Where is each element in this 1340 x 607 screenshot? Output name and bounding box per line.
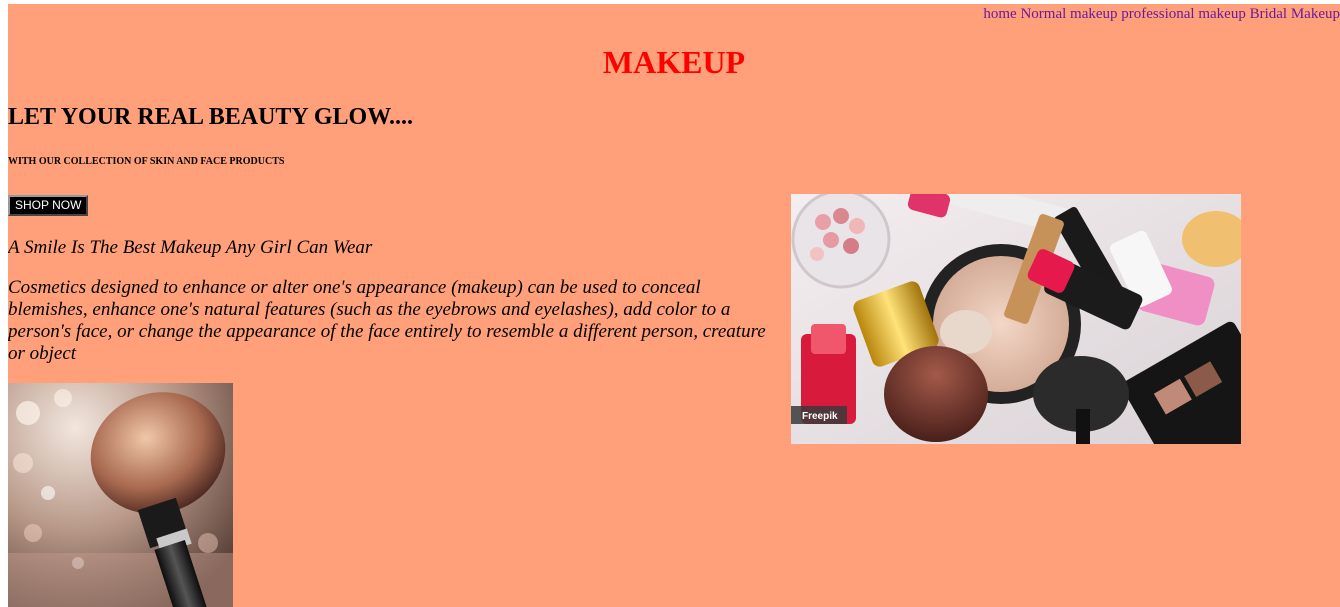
hero-subheadline: WITH OUR COLLECTION OF SKIN AND FACE PRO…: [8, 156, 285, 167]
freepik-watermark: Freepik: [802, 411, 838, 422]
top-nav: home Normal makeup professional makeup B…: [983, 6, 1340, 23]
page-title: MAKEUP: [602, 44, 746, 80]
nav-link-professional-makeup[interactable]: professional makeup: [1121, 6, 1246, 22]
shop-now-button[interactable]: SHOP NOW: [8, 195, 89, 216]
nav-link-normal-makeup[interactable]: Normal makeup: [1020, 6, 1117, 22]
page-container: home Normal makeup professional makeup B…: [8, 4, 1340, 607]
hero-headline: LET YOUR REAL BEAUTY GLOW....: [8, 104, 413, 130]
nav-link-home[interactable]: home: [983, 6, 1016, 22]
makeup-brush-photo: [8, 383, 233, 607]
nav-link-bridal-makeup[interactable]: Bridal Makeup: [1250, 6, 1340, 22]
hero-quote: A Smile Is The Best Makeup Any Girl Can …: [8, 237, 373, 258]
hero-description: Cosmetics designed to enhance or alter o…: [8, 277, 766, 364]
cosmetics-photo: Freepik: [791, 194, 1241, 444]
